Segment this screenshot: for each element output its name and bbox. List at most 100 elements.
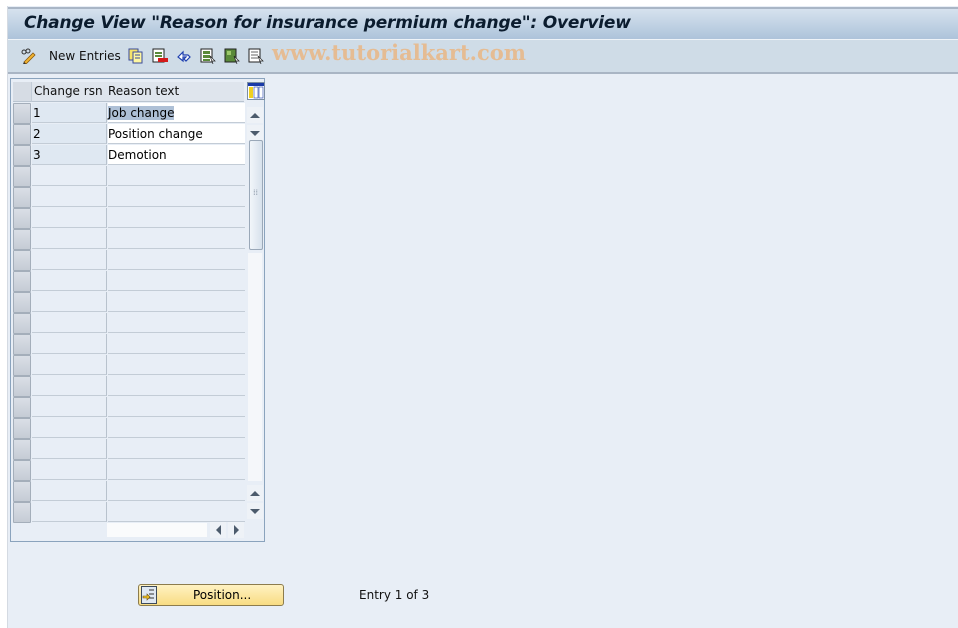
cell-reason-text[interactable]: Position change — [108, 124, 245, 144]
row-selector[interactable] — [13, 439, 31, 460]
cell-change-rsn[interactable] — [32, 355, 107, 375]
horizontal-scroll-track[interactable] — [107, 523, 207, 537]
cell-change-rsn[interactable] — [32, 460, 107, 480]
row-selector[interactable] — [13, 502, 31, 523]
row-selector[interactable] — [13, 103, 31, 124]
row-selector[interactable] — [13, 229, 31, 250]
cell-reason-text[interactable]: Job change — [108, 103, 245, 123]
cell-change-rsn[interactable] — [32, 250, 107, 270]
row-selector[interactable] — [13, 166, 31, 187]
cell-reason-text[interactable] — [108, 439, 245, 459]
table-row — [13, 355, 245, 376]
arrow-right-icon — [233, 525, 239, 535]
column-header-change-rsn[interactable]: Change rsn — [32, 82, 109, 102]
select-block-button[interactable] — [224, 46, 240, 66]
row-selector[interactable] — [13, 187, 31, 208]
cell-reason-text[interactable] — [108, 313, 245, 333]
cell-change-rsn[interactable] — [32, 187, 107, 207]
new-entries-button[interactable]: New Entries — [49, 46, 121, 66]
entry-count-text: Entry 1 of 3 — [359, 588, 430, 602]
cell-change-rsn[interactable] — [32, 502, 107, 522]
cell-reason-text[interactable] — [108, 397, 245, 417]
table-settings-button[interactable] — [247, 82, 265, 100]
select-all-rows-cell[interactable] — [13, 82, 32, 102]
table-row — [13, 460, 245, 481]
scroll-left-button[interactable] — [210, 522, 226, 538]
arrow-left-icon — [215, 525, 221, 535]
cell-reason-text[interactable] — [108, 502, 245, 522]
cell-reason-text[interactable] — [108, 460, 245, 480]
row-selector[interactable] — [13, 250, 31, 271]
scroll-up-button[interactable] — [247, 107, 263, 123]
row-selector[interactable] — [13, 124, 31, 145]
reason-text-value: Position change — [108, 127, 203, 141]
scroll-down-button[interactable] — [247, 125, 263, 141]
position-icon — [141, 586, 157, 604]
position-button[interactable]: Position... — [138, 584, 284, 606]
cell-change-rsn[interactable] — [32, 397, 107, 417]
deselect-all-button[interactable] — [248, 46, 264, 66]
row-selector[interactable] — [13, 355, 31, 376]
select-all-icon — [200, 48, 216, 65]
cell-reason-text[interactable] — [108, 166, 245, 186]
cell-reason-text[interactable] — [108, 292, 245, 312]
undo-icon — [176, 48, 192, 64]
row-selector[interactable] — [13, 460, 31, 481]
row-selector[interactable] — [13, 481, 31, 502]
horizontal-scrollbar[interactable] — [107, 522, 247, 538]
select-block-icon — [224, 48, 240, 65]
row-selector[interactable] — [13, 376, 31, 397]
cell-change-rsn[interactable] — [32, 376, 107, 396]
watermark-text: www.tutorialkart.com — [272, 40, 526, 65]
copy-icon — [128, 48, 144, 64]
cell-change-rsn: 1 — [32, 103, 107, 123]
cell-change-rsn[interactable] — [32, 292, 107, 312]
cell-reason-text[interactable] — [108, 481, 245, 501]
scroll-right-button[interactable] — [228, 522, 244, 538]
table-row — [13, 481, 245, 502]
table-row: 1 Job change — [13, 103, 245, 124]
cell-reason-text[interactable] — [108, 334, 245, 354]
cell-change-rsn[interactable] — [32, 481, 107, 501]
row-selector[interactable] — [13, 397, 31, 418]
cell-change-rsn[interactable] — [32, 229, 107, 249]
display-change-toggle-button[interactable] — [20, 46, 36, 66]
cell-change-rsn[interactable] — [32, 334, 107, 354]
cell-reason-text[interactable] — [108, 355, 245, 375]
cell-reason-text[interactable] — [108, 418, 245, 438]
scroll-track[interactable] — [248, 253, 262, 481]
cell-change-rsn[interactable] — [32, 313, 107, 333]
row-selector[interactable] — [13, 334, 31, 355]
arrow-down-icon — [250, 130, 260, 136]
row-selector[interactable] — [13, 313, 31, 334]
row-selector[interactable] — [13, 208, 31, 229]
cell-change-rsn[interactable] — [32, 166, 107, 186]
cell-reason-text[interactable] — [108, 229, 245, 249]
cell-reason-text[interactable] — [108, 250, 245, 270]
cell-change-rsn[interactable] — [32, 418, 107, 438]
scroll-thumb[interactable]: ⁞⁞ — [249, 140, 263, 250]
cell-reason-text[interactable] — [108, 187, 245, 207]
table-row — [13, 187, 245, 208]
undo-change-button[interactable] — [176, 46, 192, 66]
page-down-button[interactable] — [247, 503, 263, 519]
delete-button[interactable] — [152, 46, 168, 66]
cell-reason-text[interactable] — [108, 271, 245, 291]
cell-change-rsn[interactable] — [32, 271, 107, 291]
row-selector[interactable] — [13, 292, 31, 313]
cell-reason-text[interactable]: Demotion — [108, 145, 245, 165]
cell-reason-text[interactable] — [108, 376, 245, 396]
table-row — [13, 313, 245, 334]
row-selector[interactable] — [13, 145, 31, 166]
row-selector[interactable] — [13, 271, 31, 292]
page-up-button[interactable] — [247, 485, 263, 501]
copy-as-button[interactable] — [128, 46, 144, 66]
vertical-scrollbar[interactable]: ⁞⁞ — [247, 103, 263, 519]
table-row — [13, 208, 245, 229]
cell-change-rsn[interactable] — [32, 208, 107, 228]
select-all-button[interactable] — [200, 46, 216, 66]
column-header-reason-text[interactable]: Reason text — [108, 82, 244, 102]
cell-reason-text[interactable] — [108, 208, 245, 228]
row-selector[interactable] — [13, 418, 31, 439]
cell-change-rsn[interactable] — [32, 439, 107, 459]
